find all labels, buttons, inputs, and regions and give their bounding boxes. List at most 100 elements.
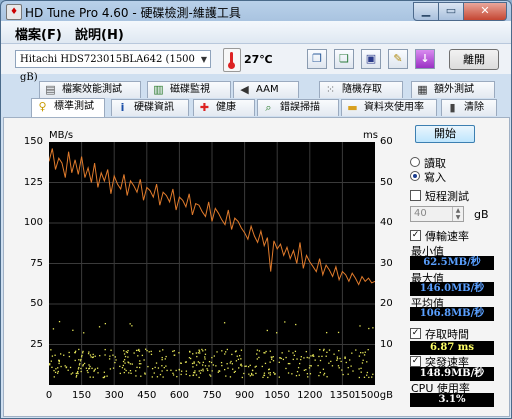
access-time-point [231,363,233,365]
access-time-point [248,373,250,375]
exit-button[interactable]: 離開 [449,49,499,70]
write-label: 寫入 [424,171,446,184]
tab-label: 磁碟監視 [170,84,210,95]
y-left-unit: MB/s [49,130,74,141]
access-time-point [63,354,65,356]
access-time-point [71,372,74,374]
menu-help[interactable]: 說明(H) [75,24,124,43]
copy-text-button[interactable]: ❐ [307,49,327,69]
access-time-point [250,374,253,376]
drive-select[interactable]: Hitachi HDS723015BLA642 (1500 gB) ▼ [15,50,211,83]
minimize-button[interactable]: ▁ [413,2,439,21]
write-radio[interactable] [410,171,420,181]
access-time-point [309,365,311,367]
access-time-point [119,365,121,368]
access-time-point [361,362,364,364]
save-button[interactable]: ▣ [361,49,381,69]
y-right-tick-label: 30 [380,257,393,269]
copy-screen-button[interactable]: ❏ [334,49,354,69]
tab-error-scan[interactable]: ⌕ 錯誤掃描 [257,99,339,116]
access-time-point [164,358,166,360]
tab-random-access[interactable]: ⁙ 隨機存取 [319,81,403,98]
tab-aam[interactable]: ◀ AAM [233,81,299,98]
x-tick-label: 150 [72,390,92,401]
access-time-point [227,367,229,369]
access-time-point [268,372,270,374]
access-time-point [317,364,319,367]
access-time-point [128,372,130,374]
access-time-point [97,372,99,374]
access-time-point [88,351,90,353]
access-time-point [243,372,245,375]
access-time-point [178,369,181,371]
access-time-point [173,354,175,356]
transfer-rate-label: 傳輸速率 [425,230,469,243]
access-time-point [89,376,91,378]
tab-file-benchmark[interactable]: ▤ 檔案效能測試 [39,81,141,98]
tab-erase[interactable]: ▮ 清除 [441,99,497,116]
access-time-point [344,356,346,358]
access-time-point [198,362,201,364]
spinner-arrows-icon: ▲ ▼ [452,207,463,221]
access-time-point [358,355,361,357]
extra-tests-icon: ▦ [417,83,428,96]
access-time-point [279,357,281,359]
access-time-point [144,372,146,374]
access-time-point [87,352,90,355]
access-time-point [358,376,360,379]
access-time-point [289,362,291,365]
access-time-point [147,365,149,368]
access-time-point [178,352,180,354]
access-time-point [249,364,251,366]
access-time-point [124,355,127,358]
access-time-point [235,360,238,362]
access-time-point [80,356,83,358]
access-time-point [82,365,84,367]
burst-rate-checkbox[interactable]: ✓ [410,356,421,367]
access-time-point [363,354,366,356]
access-time-point [112,367,115,369]
short-test-size-spinner[interactable]: 40 ▲ ▼ [410,206,464,222]
access-time-point [258,356,260,359]
access-time-point [339,357,341,360]
transfer-rate-checkbox[interactable]: ✓ [410,230,421,241]
y-right-tick-label: 60 [380,136,393,147]
tab-benchmark[interactable]: ♀ 標準測試 [31,98,105,117]
access-time-point [161,359,163,361]
access-time-point [371,376,373,378]
menu-file[interactable]: 檔案(F) [15,24,62,43]
access-time-point [247,366,250,368]
short-test-checkbox[interactable] [410,190,421,201]
access-time-point [322,349,325,352]
access-time-point [85,367,88,369]
access-time-point [345,361,347,364]
tab-disk-monitor[interactable]: ▥ 磁碟監視 [147,81,231,98]
maximize-button[interactable]: ▭ [438,2,464,21]
download-button[interactable]: ↓ [415,49,435,69]
access-time-point [330,360,332,363]
access-time-point [287,362,290,365]
access-time-point [311,355,314,357]
access-time-point [216,351,218,353]
tab-health[interactable]: ✚ 健康 [193,99,255,116]
access-time-point [347,366,349,369]
access-time-point [129,363,132,365]
title-bar[interactable]: ♦ HD Tune Pro 4.60 - 硬碟檢測-維護工具 ▁ ▭ ✕ [1,1,511,21]
tab-label: 資料夾使用率 [364,102,424,113]
access-time-point [296,358,298,360]
access-time-checkbox[interactable]: ✓ [410,328,421,339]
access-time-point [218,370,221,372]
access-time-point [78,364,81,366]
close-button[interactable]: ✕ [463,2,507,21]
tab-extra-tests[interactable]: ▦ 額外測試 [411,81,495,98]
options-button[interactable]: ✎ [388,49,408,69]
tab-info[interactable]: i 硬碟資訊 [111,99,189,116]
tab-folder-usage[interactable]: ▬ 資料夾使用率 [341,99,437,116]
access-time-point [287,372,290,374]
access-time-point [293,354,296,357]
access-time-point [103,376,105,379]
start-button[interactable]: 開始 [415,125,475,143]
read-radio[interactable] [410,157,420,167]
access-time-point [307,376,309,378]
access-time-point [122,364,124,367]
